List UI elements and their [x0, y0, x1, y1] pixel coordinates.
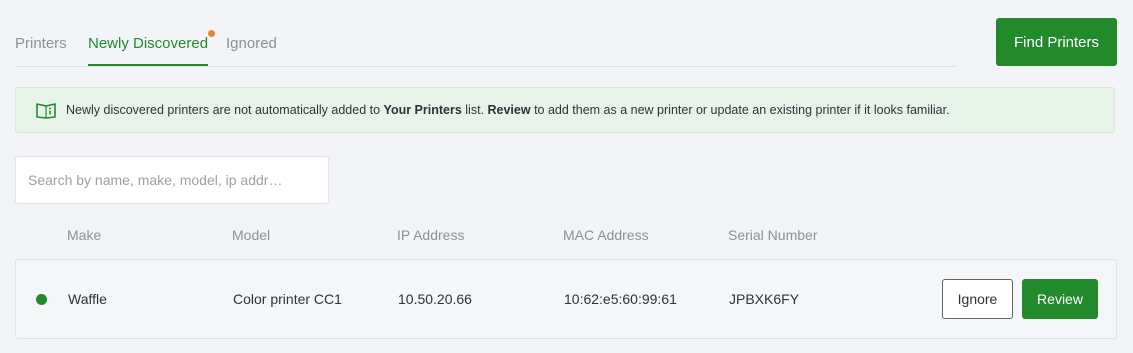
tab-newly-discovered-label: Newly Discovered [88, 35, 209, 52]
tab-printers[interactable]: Printers [15, 35, 67, 52]
notification-dot [208, 30, 216, 37]
ignore-button[interactable]: Ignore [942, 279, 1013, 319]
info-banner-text: Newly discovered printers are not automa… [66, 103, 950, 117]
cell-make: Waffle [68, 291, 107, 307]
tab-ignored[interactable]: Ignored [226, 35, 277, 52]
review-strong: Review [487, 103, 531, 117]
review-button[interactable]: Review [1022, 279, 1098, 319]
status-online-dot [36, 294, 47, 305]
cell-model: Color printer CC1 [233, 291, 342, 307]
search-input[interactable] [15, 156, 329, 204]
cell-serial-number: JPBXK6FY [729, 291, 800, 307]
header-make: Make [67, 227, 102, 243]
header-model: Model [232, 227, 271, 243]
cell-ip-address: 10.50.20.66 [398, 291, 472, 307]
find-printers-button[interactable]: Find Printers [996, 18, 1117, 66]
cell-mac-address: 10:62:e5:60:99:61 [564, 291, 677, 307]
info-book-icon [36, 102, 56, 124]
header-ip-address: IP Address [397, 227, 465, 243]
tab-newly-discovered[interactable]: Newly Discovered [88, 30, 216, 66]
tab-bar: Printers Newly Discovered Ignored [15, 25, 956, 67]
header-serial-number: Serial Number [728, 227, 818, 243]
your-printers-strong: Your Printers [383, 103, 462, 117]
header-mac-address: MAC Address [563, 227, 649, 243]
table-row: Waffle Color printer CC1 10.50.20.66 10:… [15, 259, 1117, 339]
table-header: Make Model IP Address MAC Address Serial… [0, 227, 1133, 247]
info-banner: Newly discovered printers are not automa… [15, 87, 1115, 133]
